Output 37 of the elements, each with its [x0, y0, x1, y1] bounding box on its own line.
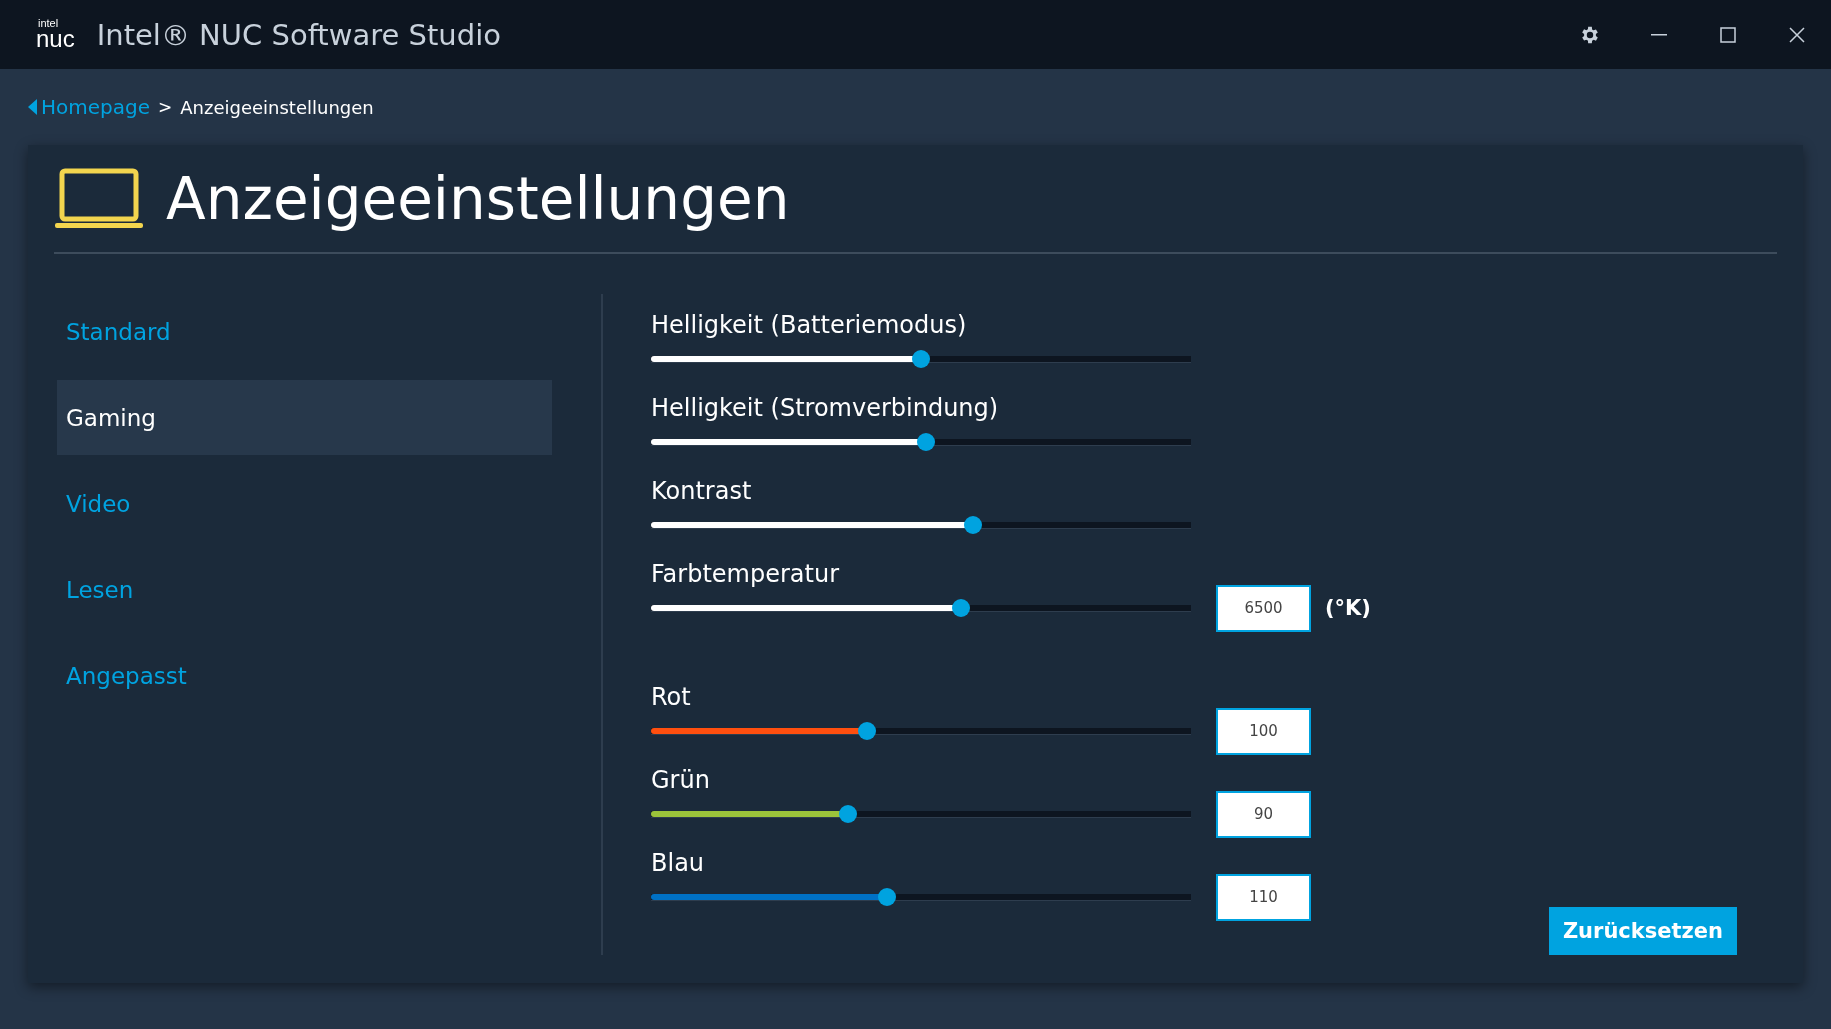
window-title: Intel® NUC Software Studio — [96, 17, 502, 52]
slider-thumb[interactable] — [951, 599, 970, 617]
logo-top-text: intel — [38, 18, 59, 29]
slider-label: Blau — [651, 849, 706, 877]
homepage-link[interactable]: Homepage — [28, 95, 150, 119]
slider-label: Kontrast — [651, 477, 753, 505]
slider-label: Helligkeit (Stromverbindung) — [651, 394, 1000, 422]
unit-label: (°K) — [1325, 596, 1371, 620]
breadcrumb-current: Anzeigeeinstellungen — [180, 96, 374, 118]
back-caret-icon — [28, 99, 37, 115]
close-icon — [1788, 26, 1805, 43]
value-field[interactable]: 6500 — [1216, 584, 1311, 632]
slider-thumb[interactable] — [878, 888, 897, 906]
slider-label: Grün — [651, 766, 711, 794]
sidebar-item[interactable]: Angepasst — [57, 638, 552, 713]
breadcrumb-separator: > — [158, 97, 173, 117]
slider-thumb[interactable] — [917, 433, 936, 451]
value-field[interactable]: 100 — [1216, 707, 1311, 755]
laptop-icon — [54, 167, 144, 230]
sidebar-item[interactable]: Gaming — [57, 380, 552, 455]
slider-thumb[interactable] — [857, 722, 876, 740]
slider-thumb[interactable] — [964, 516, 983, 534]
value-field[interactable]: 110 — [1216, 873, 1311, 921]
sidebar-item[interactable]: Lesen — [57, 552, 552, 627]
value-field[interactable]: 90 — [1216, 790, 1311, 838]
sidebar-item[interactable]: Standard — [57, 294, 552, 369]
page-title: Anzeigeeinstellungen — [166, 164, 790, 233]
reset-button[interactable]: Zurücksetzen — [1548, 907, 1737, 955]
slider-label: Rot — [651, 683, 692, 711]
slider-label: Helligkeit (Batteriemodus) — [651, 311, 968, 339]
sidebar-item[interactable]: Video — [57, 466, 552, 541]
slider-label: Farbtemperatur — [651, 560, 841, 588]
slider-thumb[interactable] — [912, 350, 930, 368]
logo-bottom-text: nuc — [36, 27, 75, 51]
minimize-icon — [1650, 33, 1667, 36]
maximize-icon — [1719, 26, 1736, 43]
slider-thumb[interactable] — [838, 805, 857, 823]
